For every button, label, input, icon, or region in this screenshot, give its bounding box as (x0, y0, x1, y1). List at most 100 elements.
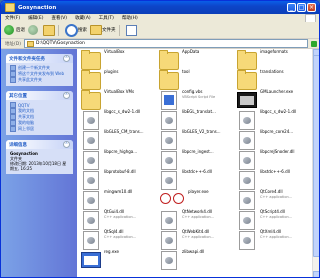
file-description: VBScript Script File (182, 94, 216, 99)
place-network[interactable]: 网上邻居 (10, 126, 70, 132)
folder-icon (26, 40, 34, 47)
go-arrow-icon[interactable] (311, 40, 317, 47)
dll-file-icon (83, 151, 99, 170)
dll-file-icon (161, 151, 177, 170)
file-name: plugins (104, 69, 119, 74)
file-name: player.exe (188, 189, 209, 194)
file-name: libpcre_core24... (260, 129, 294, 134)
file-name: libEGL_translat... (182, 109, 216, 114)
circle-icon (160, 193, 171, 204)
file-name: libstdc++-6.dll (260, 169, 290, 174)
folders-icon (90, 25, 102, 35)
folder-icon (81, 50, 101, 70)
menu-edit[interactable]: 编辑(E) (24, 15, 47, 21)
back-button[interactable]: 后退 (4, 25, 25, 35)
file-name: mingwm10.dll (104, 189, 133, 194)
chevron-up-icon[interactable]: ^ (63, 55, 70, 62)
other-places-header[interactable]: 其它位置 ^ (6, 91, 73, 100)
chevron-up-icon[interactable]: ^ (63, 141, 70, 148)
task-pane: 文件和文件夹任务 ^ 创建一个新文件夹 将这个文件夹发布到 Web 共享此文件夹 … (1, 49, 77, 277)
file-name: zlibwapi.dll (182, 249, 205, 254)
file-name: tool (182, 69, 190, 74)
details-title: 详细信息 (9, 142, 27, 148)
other-places-title: 其它位置 (9, 93, 27, 99)
file-tasks-header[interactable]: 文件和文件夹任务 ^ (6, 54, 73, 63)
folder-icon (5, 3, 15, 12)
toolbar-divider (118, 24, 120, 36)
file-tasks-panel: 文件和文件夹任务 ^ 创建一个新文件夹 将这个文件夹发布到 Web 共享此文件夹 (6, 54, 73, 86)
file-name: libpcre_ingest... (182, 149, 214, 154)
dll-file-icon (161, 251, 177, 270)
dll-file-icon (83, 231, 99, 250)
task-share-folder[interactable]: 共享此文件夹 (10, 77, 70, 83)
views-button[interactable] (125, 24, 137, 36)
folder-icon (81, 90, 101, 110)
chevron-up-icon[interactable]: ^ (63, 92, 70, 99)
up-folder-icon (43, 24, 55, 36)
explorer-window: Gosynaction _ □ × 文件(F) 编辑(E) 查看(V) 收藏(A… (0, 0, 320, 278)
dll-file-icon (161, 211, 177, 230)
toolbar: 后退 搜索 文件夹 (1, 22, 319, 39)
file-name: libgcc_s_dw2-1.dll (104, 109, 141, 114)
folder-icon (159, 70, 179, 90)
file-item[interactable]: reg.exe (81, 249, 159, 272)
menu-favorites[interactable]: 收藏(A) (71, 15, 95, 21)
forward-button[interactable] (28, 25, 40, 35)
dll-file-icon (83, 211, 99, 230)
file-name: VirtualBox VMs (104, 89, 135, 94)
share-icon (10, 77, 16, 83)
window-title: Gosynaction (18, 4, 57, 11)
file-name: GMLauncher.exe (260, 89, 294, 94)
folder-item[interactable]: AppData (159, 49, 237, 72)
menu-file[interactable]: 文件(F) (1, 15, 24, 21)
file-name: imageformats (260, 49, 288, 54)
address-bar: 地址(D) D:\QQTV\Gosynaction (1, 39, 319, 49)
scroll-thumb[interactable] (313, 55, 319, 257)
dll-file-icon (239, 191, 255, 210)
up-folder-button[interactable] (43, 24, 55, 36)
search-label: 搜索 (78, 28, 87, 33)
file-item[interactable]: zlibwapi.dll (159, 249, 237, 272)
dll-file-icon (83, 131, 99, 150)
dll-file-icon (83, 171, 99, 190)
folders-label: 文件夹 (102, 28, 116, 33)
menu-view[interactable]: 查看(V) (47, 15, 71, 21)
file-description: C++ application... (104, 214, 137, 219)
minimize-button[interactable]: _ (287, 3, 296, 12)
scroll-down-arrow[interactable] (313, 271, 319, 277)
details-panel: 详细信息 ^ Gosynaction 文件夹 修改日期: 2013年10月18日 … (6, 140, 73, 174)
toolbar-divider (58, 24, 59, 36)
file-description: C++ application... (182, 234, 215, 239)
application-icon (81, 252, 101, 268)
close-button[interactable]: × (307, 3, 316, 12)
address-input[interactable]: D:\QQTV\Gosynaction (23, 39, 308, 48)
file-description: C++ application... (260, 214, 293, 219)
folder-item[interactable]: VirtualBox (81, 49, 159, 72)
vertical-scrollbar[interactable] (312, 49, 319, 277)
file-item[interactable]: QtXml4.dll C++ application... (237, 229, 315, 252)
dll-file-icon (239, 111, 255, 130)
back-label: 后退 (16, 28, 25, 33)
folders-button[interactable]: 文件夹 (90, 25, 116, 35)
dll-file-icon (161, 111, 177, 130)
application-icon (237, 92, 257, 108)
title-bar: Gosynaction _ □ × (1, 1, 319, 14)
folder-icon (237, 70, 257, 90)
place-label: QQTV (18, 102, 30, 108)
maximize-button[interactable]: □ (297, 3, 306, 12)
details-header[interactable]: 详细信息 ^ (6, 140, 73, 149)
file-name: reg.exe (104, 249, 119, 254)
folder-icon (81, 70, 101, 90)
file-item[interactable]: QtSql4.dll C++ application... (81, 229, 159, 252)
file-description: C++ application... (182, 214, 215, 219)
other-places-panel: 其它位置 ^ QQTV 我的文档 共享文档 我的电脑 网上邻居 (6, 91, 73, 135)
file-name: libstdc++-6.dll (182, 169, 212, 174)
task-label: 共享此文件夹 (18, 77, 42, 82)
menu-help[interactable]: 帮助(H) (118, 15, 142, 21)
search-button[interactable]: 搜索 (65, 23, 87, 37)
menu-tools[interactable]: 工具(T) (95, 15, 118, 21)
dll-file-icon (239, 231, 255, 250)
file-name: libGLES_CM_trans... (104, 129, 144, 134)
file-name: libGLES_V2_trans... (182, 129, 221, 134)
dll-file-icon (161, 171, 177, 190)
